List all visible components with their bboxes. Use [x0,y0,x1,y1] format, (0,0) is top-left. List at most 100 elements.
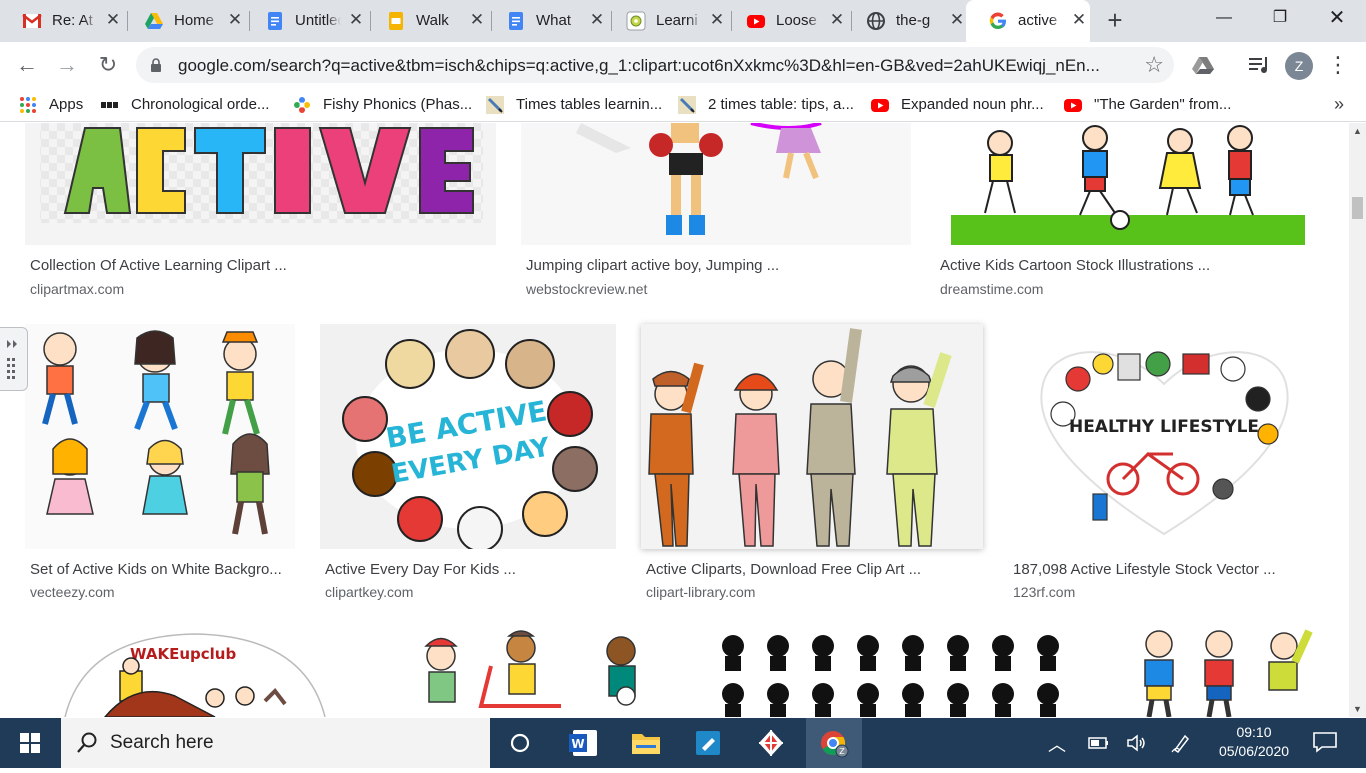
scroll-down-arrow-icon[interactable]: ▼ [1353,704,1362,714]
task-view-button[interactable] [492,718,548,768]
result-thumbnail[interactable] [25,324,295,549]
bookmark-times-tables[interactable]: Times tables learnin... [486,96,666,114]
bookmark-2-times-table[interactable]: 2 times table: tips, a... [678,96,858,114]
result-thumbnail[interactable] [1119,626,1321,717]
new-tab-button[interactable]: + [1103,7,1127,33]
tab-close-icon[interactable]: ✕ [1069,10,1089,30]
scrollbar-thumb[interactable] [1352,197,1363,219]
result-card[interactable]: BE ACTIVE EVERY DAY Active Every Day For… [320,324,616,604]
bookmark-fishy-phonics[interactable]: Fishy Phonics (Phas... [293,96,472,114]
taskbar-word[interactable]: W [555,718,611,768]
result-source[interactable]: 123rf.com [1013,584,1075,600]
tab-docs-what[interactable]: What ✕ [484,0,612,42]
tab-title: the-g [896,12,942,29]
result-card[interactable]: ACTIVE Collection Of Active Learning Cli… [25,123,496,303]
taskbar-clock[interactable]: 09:10 05/06/2020 [1204,723,1304,761]
bookmark-the-garden[interactable]: "The Garden" from... [1064,96,1244,114]
result-thumbnail[interactable]: BE ACTIVE EVERY DAY [320,324,616,549]
result-card[interactable]: Set of Active Kids on White Backgro... v… [25,324,295,604]
result-thumbnail[interactable]: ACTIVE [25,123,496,245]
forward-button[interactable]: → [52,50,82,80]
result-caption[interactable]: Set of Active Kids on White Backgro... [30,561,282,578]
healthy-lifestyle-text: HEALTHY LIFESTYLE [1069,417,1259,437]
taskbar-notes[interactable] [680,718,736,768]
chrome-menu-button[interactable]: ⋮ [1323,50,1353,80]
back-button[interactable]: ← [12,50,42,80]
taskbar-file-explorer[interactable] [618,718,674,768]
battery-icon[interactable] [1088,735,1110,751]
tab-drive[interactable]: Home ✕ [122,0,250,42]
tab-docs-untitled[interactable]: Untitled ✕ [243,0,371,42]
minimize-button[interactable]: — [1200,0,1248,36]
globe-icon [867,12,885,30]
result-thumbnail[interactable] [521,123,911,245]
side-panel-handle[interactable] [0,327,28,391]
volume-icon[interactable] [1126,733,1148,753]
result-card[interactable]: Active Kids Cartoon Stock Illustrations … [935,123,1321,303]
result-caption[interactable]: 187,098 Active Lifestyle Stock Vector ..… [1013,561,1276,578]
bookmark-expanded-noun[interactable]: Expanded noun phr... [871,96,1051,114]
result-thumbnail[interactable] [703,626,1094,717]
bookmark-star-icon[interactable]: ☆ [1144,52,1164,78]
drive-extension-icon[interactable] [1190,52,1216,78]
page-scrollbar[interactable]: ▲ ▼ [1349,123,1366,717]
url-text[interactable]: google.com/search?q=active&tbm=isch&chip… [178,56,1138,76]
tab-gmail[interactable]: Re: At ✕ [0,0,128,42]
result-card[interactable]: HEALTHY LIFESTYLE 187,098 Active Lifesty… [1008,324,1321,604]
profile-avatar[interactable]: Z [1285,52,1313,80]
kids-playing-football-clipart [951,125,1305,245]
bookmark-label: 2 times table: tips, a... [708,96,854,113]
result-thumbnail[interactable]: HEALTHY LIFESTYLE [1008,324,1321,549]
result-card[interactable] [1119,626,1321,717]
result-card[interactable]: WAKEupclub [25,626,350,717]
result-thumbnail[interactable] [935,123,1321,245]
start-button[interactable] [0,718,60,768]
pen-ink-icon[interactable] [1170,732,1192,754]
taskbar-app-red[interactable] [743,718,799,768]
tab-youtube-loose[interactable]: Loose ✕ [724,0,852,42]
result-caption[interactable]: Active Every Day For Kids ... [325,561,516,578]
tab-close-icon[interactable]: ✕ [947,10,967,30]
result-source[interactable]: clipartmax.com [30,281,124,297]
show-hidden-icons-chevron-icon[interactable]: ︿ [1048,731,1066,757]
tab-close-icon[interactable]: ✕ [103,10,123,30]
tab-close-icon[interactable]: ✕ [225,10,245,30]
result-source[interactable]: clipart-library.com [646,584,755,600]
result-caption[interactable]: Active Cliparts, Download Free Clip Art … [646,561,921,578]
result-card[interactable]: Jumping clipart active boy, Jumping ... … [521,123,911,303]
elderly-exercise-clipart [1144,629,1313,717]
notifications-icon[interactable] [1312,731,1338,753]
tab-google-active[interactable]: active ✕ [966,0,1090,42]
bookmark-apps[interactable]: Apps [19,96,89,114]
result-caption[interactable]: Jumping clipart active boy, Jumping ... [526,257,779,274]
tab-close-icon[interactable]: ✕ [346,10,366,30]
result-source[interactable]: clipartkey.com [325,584,413,600]
taskbar-search-box[interactable]: Search here [61,718,490,768]
result-caption[interactable]: Active Kids Cartoon Stock Illustrations … [940,257,1210,274]
google-icon [989,12,1006,30]
result-thumbnail[interactable] [381,626,678,717]
taskbar-chrome[interactable]: Z [806,718,862,768]
family-stretching-clipart [648,328,952,547]
reload-button[interactable]: ↻ [93,50,123,80]
result-card[interactable] [703,626,1094,717]
media-queue-icon[interactable] [1246,52,1272,78]
close-window-button[interactable]: ✕ [1313,0,1361,36]
search-icon [77,732,97,753]
bookmarks-overflow-button[interactable]: » [1334,94,1344,115]
scroll-up-arrow-icon[interactable]: ▲ [1353,126,1362,136]
tab-slides-walk[interactable]: Walk ✕ [364,0,492,42]
result-card[interactable] [381,626,678,717]
result-thumbnail[interactable] [641,324,983,549]
result-source[interactable]: vecteezy.com [30,584,115,600]
result-source[interactable]: dreamstime.com [940,281,1043,297]
tab-the-g[interactable]: the-g ✕ [844,0,972,42]
address-bar[interactable]: google.com/search?q=active&tbm=isch&chip… [136,47,1174,83]
tab-learning[interactable]: Learni ✕ [604,0,732,42]
maximize-button[interactable]: ❐ [1256,0,1304,36]
result-thumbnail[interactable]: WAKEupclub [25,626,350,717]
result-caption[interactable]: Collection Of Active Learning Clipart ..… [30,257,287,274]
result-source[interactable]: webstockreview.net [526,281,647,297]
bookmark-bbc[interactable]: Chronological orde... [101,96,276,114]
result-card[interactable]: Active Cliparts, Download Free Clip Art … [641,324,983,604]
